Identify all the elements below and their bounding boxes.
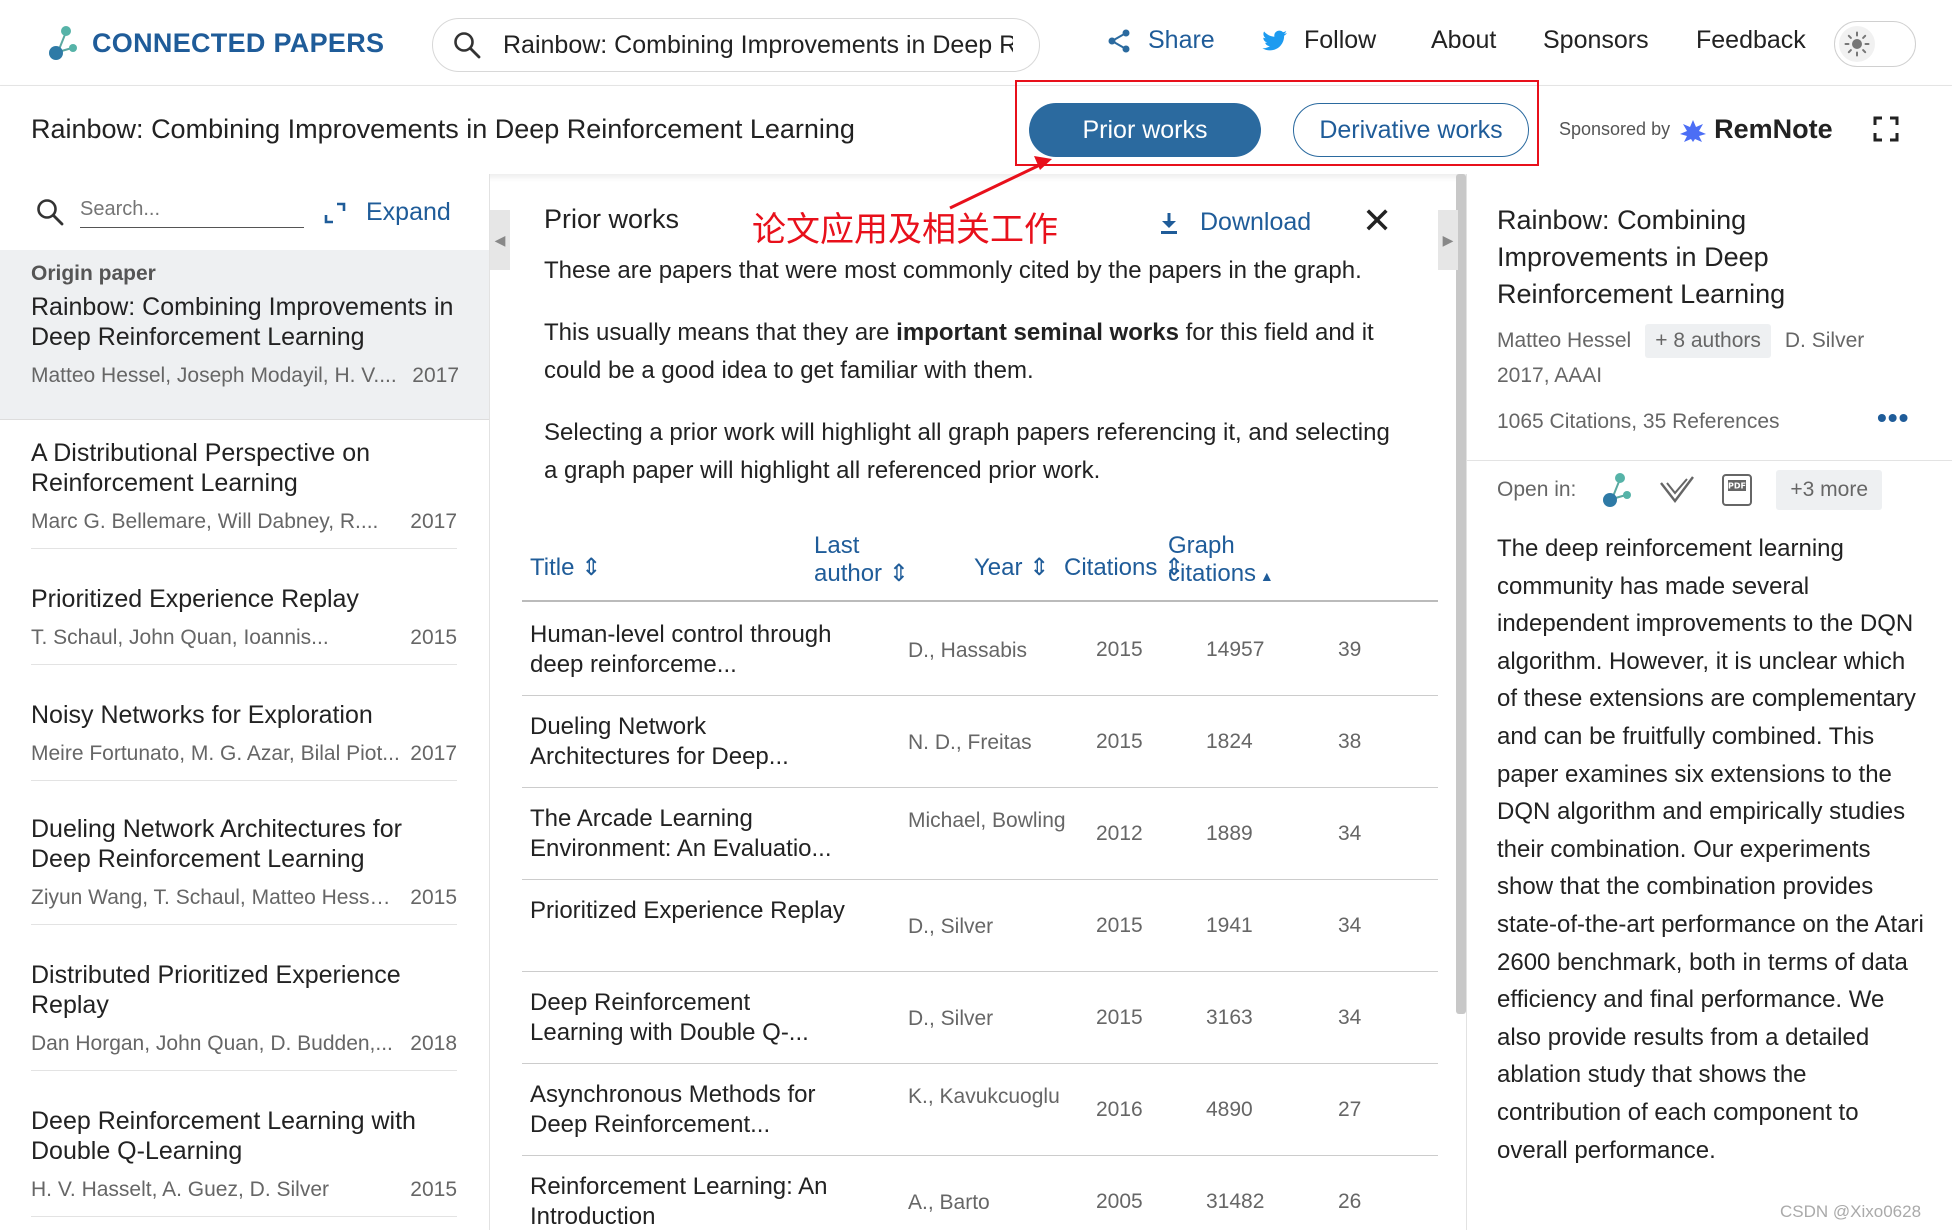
col-last-author[interactable]: Last author ⇕ <box>814 532 909 588</box>
download-icon <box>1161 212 1177 234</box>
list-item-title: A Distributional Perspective on Reinforc… <box>31 439 371 497</box>
list-item-authors: H. V. Hasselt, A. Guez, D. Silver <box>31 1178 329 1201</box>
list-search-input[interactable] <box>80 196 304 228</box>
more-sources-button[interactable]: +3 more <box>1776 470 1883 510</box>
origin-title: Rainbow: Combining Improvements in Deep … <box>31 293 454 351</box>
more-options-icon[interactable]: ••• <box>1877 402 1909 434</box>
collapse-left-button[interactable]: ◀ <box>490 210 510 270</box>
details-citations: 1065 Citations, 35 References <box>1497 410 1780 433</box>
list-item-title: Noisy Networks for Exploration <box>31 701 373 729</box>
details-authors: Matteo Hessel + 8 authors D. Silver <box>1497 324 1864 358</box>
origin-paper[interactable]: Origin paper Rainbow: Combining Improvem… <box>0 250 489 420</box>
list-item-title: Distributed Prioritized Experience Repla… <box>31 961 401 1019</box>
origin-tag: Origin paper <box>31 262 156 285</box>
semantic-scholar-icon[interactable] <box>1658 471 1696 509</box>
open-in-label: Open in: <box>1497 478 1577 501</box>
svg-text:PDF: PDF <box>1728 482 1746 491</box>
list-item-authors: Dan Horgan, John Quan, D. Budden,... <box>31 1032 393 1055</box>
list-item[interactable]: Dueling Network Architectures for Deep R… <box>31 814 457 925</box>
details-year-venue: 2017, AAAI <box>1497 364 1603 387</box>
origin-year: 2017 <box>412 364 459 387</box>
list-item[interactable]: Distributed Prioritized Experience Repla… <box>31 960 457 1071</box>
more-authors-chip[interactable]: + 8 authors <box>1645 324 1771 358</box>
list-item-year: 2015 <box>410 886 457 909</box>
sort-icon: ⇕ <box>574 554 602 581</box>
expand-label: Expand <box>366 198 451 226</box>
graph-paper-list: Expand Origin paper Rainbow: Combining I… <box>0 174 490 1230</box>
col-graph-citations[interactable]: Graph citations ▲ <box>1168 532 1274 590</box>
list-item-year: 2018 <box>410 1032 457 1055</box>
sort-icon: ⇕ <box>882 560 909 587</box>
list-item-authors: Ziyun Wang, T. Schaul, Matteo Hessel... <box>31 886 401 909</box>
table-row[interactable]: Dueling Network Architectures for Deep..… <box>522 696 1438 788</box>
intro-text-1: These are papers that were most commonly… <box>544 257 1362 284</box>
list-item-title: Dueling Network Architectures for Deep R… <box>31 815 402 873</box>
table-row[interactable]: The Arcade Learning Environment: An Eval… <box>522 788 1438 880</box>
close-icon[interactable]: ✕ <box>1362 200 1392 242</box>
list-item-authors: T. Schaul, John Quan, Ioannis... <box>31 626 329 649</box>
intro-text-2: This usually means that they are importa… <box>544 319 1374 384</box>
open-in-row: Open in: PDF +3 more <box>1497 470 1883 510</box>
col-title[interactable]: Title ⇕ <box>530 554 601 582</box>
list-item-year: 2015 <box>410 1178 457 1201</box>
intro-text-3: Selecting a prior work will highlight al… <box>544 419 1390 484</box>
pdf-icon[interactable]: PDF <box>1718 471 1756 509</box>
expand-icon <box>324 202 346 223</box>
chevron-left-icon: ◀ <box>494 231 506 248</box>
connected-papers-icon[interactable] <box>1598 471 1636 509</box>
collapse-right-button[interactable]: ▶ <box>1438 210 1458 270</box>
annotation-text: 论文应用及相关工作 <box>752 210 1058 250</box>
abstract: The deep reinforcement learning communit… <box>1497 535 1924 1164</box>
list-item[interactable]: Prioritized Experience Replay T. Schaul,… <box>31 584 457 665</box>
sort-up-icon: ▲ <box>1256 568 1274 584</box>
watermark: CSDN @Xixo0628 <box>1780 1202 1922 1221</box>
expand-button[interactable]: Expand <box>324 198 451 227</box>
table-row[interactable]: Deep Reinforcement Learning with Double … <box>522 972 1438 1064</box>
sort-icon: ⇕ <box>1022 554 1050 581</box>
origin-authors: Matteo Hessel, Joseph Modayil, H. V.... <box>31 364 397 387</box>
list-item-year: 2017 <box>410 510 457 533</box>
search-icon <box>37 199 64 226</box>
list-item[interactable]: A Distributional Perspective on Reinforc… <box>31 438 457 549</box>
list-item[interactable]: Noisy Networks for Exploration Meire For… <box>31 700 457 781</box>
paper-details-panel: Rainbow: Combining Improvements in Deep … <box>1466 174 1952 1230</box>
list-item[interactable]: Deep Reinforcement Learning with Double … <box>31 1106 457 1217</box>
list-item-year: 2017 <box>410 742 457 765</box>
col-year[interactable]: Year ⇕ <box>974 554 1049 582</box>
list-item-authors: Marc G. Bellemare, Will Dabney, R.... <box>31 510 379 533</box>
table-row[interactable]: Reinforcement Learning: An Introduction … <box>522 1156 1438 1230</box>
last-author[interactable]: D. Silver <box>1785 329 1864 353</box>
center-scrollbar[interactable] <box>1456 174 1466 1014</box>
table-row[interactable]: Prioritized Experience Replay D., Silver… <box>522 880 1438 972</box>
list-item-year: 2015 <box>410 626 457 649</box>
first-author[interactable]: Matteo Hessel <box>1497 329 1631 353</box>
download-button[interactable]: Download <box>1158 208 1311 237</box>
list-item-authors: Meire Fortunato, M. G. Azar, Bilal Piot.… <box>31 742 400 765</box>
details-title: Rainbow: Combining Improvements in Deep … <box>1497 205 1786 309</box>
table-row[interactable]: Asynchronous Methods for Deep Reinforcem… <box>522 1064 1438 1156</box>
list-item-title: Deep Reinforcement Learning with Double … <box>31 1107 416 1165</box>
list-search[interactable] <box>36 196 304 228</box>
panel-heading: Prior works <box>544 204 680 234</box>
divider <box>1467 460 1952 461</box>
chevron-right-icon: ▶ <box>1442 231 1454 248</box>
table-row[interactable]: Human-level control through deep reinfor… <box>522 604 1438 696</box>
download-label: Download <box>1200 208 1312 236</box>
col-citations[interactable]: Citations ⇕ <box>1064 554 1184 582</box>
list-item-title: Prioritized Experience Replay <box>31 585 359 613</box>
table-header: Title ⇕ Last author ⇕ Year ⇕ Citations ⇕ … <box>522 532 1438 602</box>
prior-works-panel: Prior works 论文应用及相关工作 Download ✕ These a… <box>510 174 1438 1230</box>
